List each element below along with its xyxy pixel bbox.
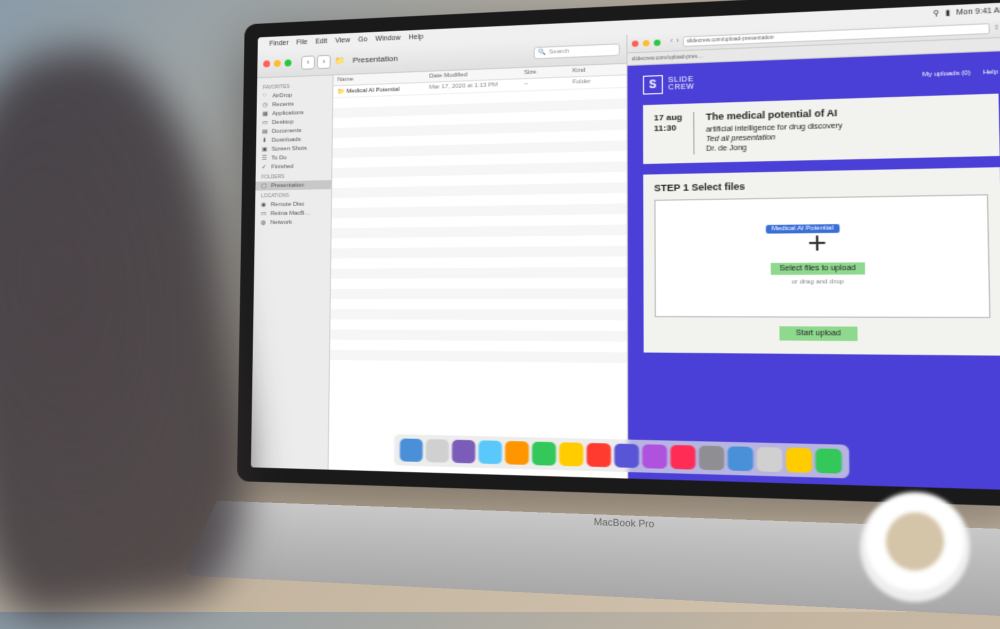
dock-app-icon[interactable] [559, 442, 583, 466]
tab-slidecrew[interactable]: slidecrew.com/upload-pres… [632, 53, 703, 62]
forward-button[interactable]: › [676, 38, 679, 45]
folder-icon: ▢ [261, 182, 268, 189]
airdrop-icon: ◌ [263, 93, 270, 100]
maximize-icon[interactable] [654, 39, 661, 46]
desktop-icon: ▭ [262, 119, 269, 126]
event-card: 17 aug 11:30 The medical potential of AI… [643, 94, 1000, 164]
start-upload-button[interactable]: Start upload [779, 326, 857, 341]
menubar-clock[interactable]: Mon 9:41 AM [956, 6, 1000, 16]
col-kind[interactable]: Kind [572, 66, 621, 74]
dock-app-icon[interactable] [757, 447, 783, 472]
menubar-window[interactable]: Window [375, 34, 400, 42]
check-icon: ✓ [262, 164, 269, 171]
close-icon[interactable] [263, 60, 270, 67]
finder-window: ‹ › 📁 Presentation Search Favorites ◌Air… [251, 35, 628, 479]
forward-button[interactable]: › [317, 54, 331, 68]
folder-icon: 📁 [335, 56, 345, 65]
menubar-view[interactable]: View [335, 37, 350, 45]
dock-app-icon[interactable] [728, 446, 754, 471]
downloads-icon: ⬇ [262, 137, 269, 144]
row-date: Mar 17, 2020 at 1:13 PM [429, 81, 524, 92]
clock-icon: ◷ [263, 101, 270, 108]
slidecrew-header: S SLIDE CREW My uploads (0) Help [643, 63, 999, 95]
dock-app-icon[interactable] [452, 440, 475, 464]
minimize-icon[interactable] [643, 39, 650, 46]
sidebar-item-network[interactable]: ◍Network [255, 217, 331, 227]
documents-icon: ▤ [262, 128, 269, 135]
menubar-edit[interactable]: Edit [315, 38, 327, 45]
col-size[interactable]: Size [524, 68, 573, 76]
row-size: -- [524, 79, 573, 88]
menubar-app[interactable]: Finder [269, 39, 288, 47]
slidecrew-page: S SLIDE CREW My uploads (0) Help [627, 51, 1000, 491]
upload-step-card: STEP 1 Select files Medical AI Potential… [643, 167, 1000, 356]
laptop-label: MacBook Pro [594, 516, 655, 529]
battery-icon[interactable]: ▮ [945, 8, 950, 17]
maximize-icon[interactable] [285, 59, 292, 66]
dock-app-icon[interactable] [426, 439, 449, 463]
dragged-file-chip[interactable]: Medical AI Potential [766, 224, 839, 234]
col-name[interactable]: Name [337, 74, 429, 84]
disc-icon: ◉ [261, 201, 268, 208]
laptop-icon: ▭ [261, 210, 268, 217]
wifi-icon[interactable]: ⚲ [933, 9, 939, 18]
coffee-cup [860, 492, 970, 602]
screen-bezel: Finder File Edit View Go Window Help ⚲ ▮… [237, 0, 1000, 507]
dock-app-icon[interactable] [400, 438, 423, 462]
finder-sidebar: Favorites ◌AirDrop ◷Recents ▦Application… [251, 75, 334, 469]
logo-text: SLIDE CREW [668, 76, 694, 92]
camera-icon: ▣ [262, 146, 269, 153]
row-name: 📁 Medical AI Potential [337, 85, 429, 95]
back-button[interactable]: ‹ [670, 38, 673, 45]
dock-app-icon[interactable] [815, 448, 842, 473]
safari-window: ‹ › slidecrew.com/upload-presentation ⇪ … [627, 18, 1000, 491]
list-icon: ☰ [262, 155, 269, 162]
globe-icon: ◍ [261, 219, 268, 226]
minimize-icon[interactable] [274, 60, 281, 67]
select-files-button[interactable]: Select files to upload [770, 263, 865, 276]
finder-title: Presentation [353, 54, 398, 65]
dock-app-icon[interactable] [587, 443, 611, 467]
slidecrew-nav: My uploads (0) Help [922, 69, 998, 78]
empty-list-area [330, 88, 627, 363]
dock-app-icon[interactable] [699, 446, 724, 471]
finder-nav-arrows: ‹ › [301, 54, 331, 69]
dock-app-icon[interactable] [478, 440, 502, 464]
row-kind: Folder [572, 78, 621, 87]
share-icon[interactable]: ⇪ [993, 24, 999, 32]
back-button[interactable]: ‹ [301, 55, 315, 69]
dock-app-icon[interactable] [786, 448, 812, 473]
menubar-go[interactable]: Go [358, 36, 367, 43]
dock-app-icon[interactable] [505, 441, 529, 465]
dock-app-icon[interactable] [532, 442, 556, 466]
event-datetime: 17 aug 11:30 [654, 112, 695, 155]
finder-traffic-lights [263, 59, 291, 67]
step-title: STEP 1 Select files [654, 176, 988, 193]
dropzone-hint: or drag and drop [791, 280, 843, 287]
finder-search-input[interactable]: Search [533, 43, 619, 59]
event-meta: The medical potential of AI artificial i… [706, 107, 843, 154]
apps-icon: ▦ [262, 110, 269, 117]
dock-app-icon[interactable] [614, 444, 639, 468]
screen: Finder File Edit View Go Window Help ⚲ ▮… [251, 2, 1000, 490]
dock-app-icon[interactable] [670, 445, 695, 470]
finder-body: Favorites ◌AirDrop ◷Recents ▦Application… [251, 64, 627, 479]
dropzone[interactable]: Medical AI Potential + Select files to u… [654, 194, 990, 318]
menubar-file[interactable]: File [296, 39, 307, 46]
nav-my-uploads[interactable]: My uploads (0) [922, 70, 970, 78]
nav-help[interactable]: Help [983, 69, 998, 76]
close-icon[interactable] [632, 40, 639, 47]
logo-mark-icon: S [643, 75, 663, 95]
menubar-help[interactable]: Help [409, 33, 424, 41]
dock-app-icon[interactable] [642, 444, 667, 469]
slidecrew-logo[interactable]: S SLIDE CREW [643, 74, 695, 95]
safari-traffic-lights [632, 39, 661, 46]
finder-file-list: Name Date Modified Size Kind 📁 Medical A… [329, 64, 627, 479]
col-date[interactable]: Date Modified [429, 70, 524, 80]
